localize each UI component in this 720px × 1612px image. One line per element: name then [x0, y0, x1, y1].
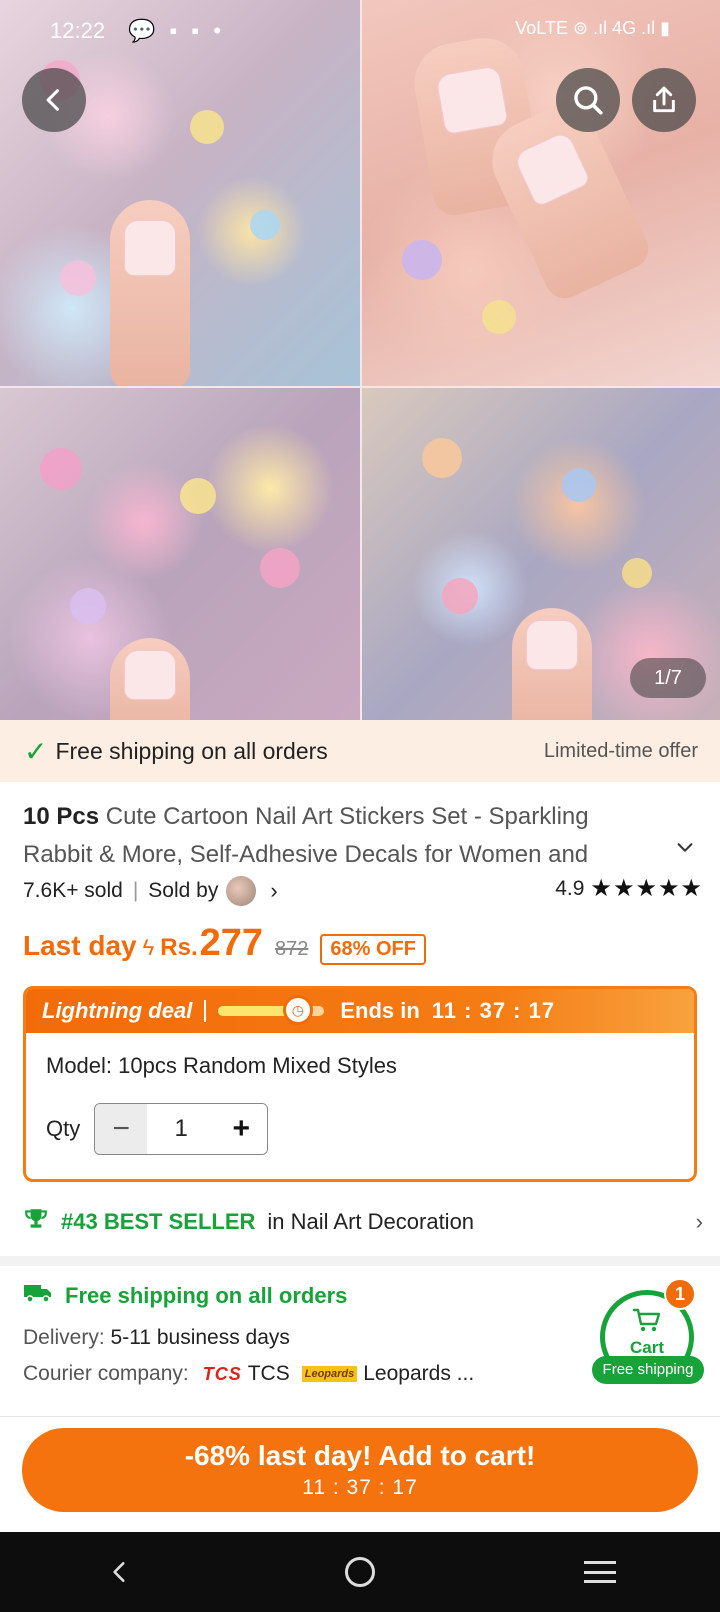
lightning-deal-box: Lightning deal ◷ Ends in 11 : 37 : 17 Mo… — [23, 986, 697, 1182]
limited-offer-text: Limited-time offer — [543, 739, 698, 762]
delivery-value: 5-11 business days — [110, 1326, 290, 1349]
product-title[interactable]: 10 Pcs Cute Cartoon Nail Art Stickers Se… — [23, 798, 663, 874]
cart-button[interactable]: Cart 1 Free shipping — [592, 1278, 704, 1388]
nav-back-button[interactable] — [80, 1542, 160, 1602]
truck-icon — [23, 1281, 53, 1312]
leopards-name: Leopards ... — [363, 1362, 475, 1385]
system-status-icons: VoLTE ⊚ .ıl 4G .ıl ▮ — [515, 18, 670, 38]
sold-count: 7.6K+ sold — [23, 879, 123, 902]
home-icon — [345, 1557, 375, 1587]
nav-back-icon — [113, 1562, 125, 1582]
qty-label: Qty — [46, 1116, 81, 1141]
price-currency: Rs. — [160, 934, 198, 961]
decrease-qty-button[interactable]: − — [95, 1104, 148, 1154]
nav-recents-button[interactable] — [560, 1542, 640, 1602]
lightning-deal-title: Lightning deal — [42, 998, 193, 1023]
quantity-value[interactable]: 1 — [147, 1104, 216, 1154]
product-image-3[interactable] — [0, 388, 360, 722]
cart-icon — [632, 1307, 662, 1338]
status-time: 12:22 — [50, 18, 106, 43]
product-image-2[interactable] — [362, 0, 720, 386]
courier-info: Courier company: TCS TCS Leopards Leopar… — [23, 1362, 583, 1386]
quantity-stepper[interactable]: − 1 + — [94, 1103, 269, 1155]
best-seller-category: in Nail Art Decoration — [267, 1209, 475, 1234]
search-button[interactable] — [556, 68, 620, 132]
chevron-left-icon — [46, 89, 60, 111]
lightning-deal-header: Lightning deal ◷ Ends in 11 : 37 : 17 — [26, 989, 694, 1033]
tcs-name: TCS — [247, 1362, 290, 1385]
sold-by-label[interactable]: Sold by — [148, 879, 218, 903]
product-title-text: Cute Cartoon Nail Art Stickers Set - Spa… — [23, 803, 589, 868]
delivery-info: Delivery: 5-11 business days — [23, 1326, 583, 1350]
courier-label: Courier company: — [23, 1362, 189, 1385]
delivery-label: Delivery: — [23, 1326, 105, 1349]
rating[interactable]: 4.9 ★★★★★ — [555, 874, 703, 903]
best-seller-rank: #43 BEST SELLER — [61, 1209, 256, 1234]
shipping-title-row: Free shipping on all orders — [23, 1274, 583, 1318]
image-counter: 1/7 — [630, 658, 706, 698]
price-row: Last day ϟ Rs. 277 872 68% OFF — [23, 922, 426, 972]
share-button[interactable] — [632, 68, 696, 132]
deal-body: Model: 10pcs Random Mixed Styles Qty − 1… — [26, 1053, 694, 1155]
chevron-down-icon — [677, 843, 693, 852]
back-button[interactable] — [22, 68, 86, 132]
quantity-row: Qty − 1 + — [46, 1103, 674, 1155]
add-to-cart-timer: 11 : 37 : 17 — [302, 1476, 418, 1499]
product-page: 12:22 💬 ▪ ▪ • VoLTE ⊚ .ıl 4G .ıl ▮ 1/7 ✓… — [0, 0, 720, 1612]
shipping-section[interactable]: Free shipping on all orders Delivery: 5-… — [23, 1274, 583, 1386]
product-image-1[interactable] — [0, 0, 360, 386]
best-seller-row[interactable]: #43 BEST SELLER in Nail Art Decoration › — [23, 1200, 703, 1244]
shipping-title: Free shipping on all orders — [65, 1283, 348, 1308]
separator: | — [132, 879, 139, 902]
cart-free-shipping: Free shipping — [592, 1356, 704, 1384]
deal-countdown: 11 : 37 : 17 — [431, 998, 556, 1023]
free-shipping-banner[interactable]: ✓ Free shipping on all orders Limited-ti… — [0, 720, 720, 782]
lightning-icon: ϟ — [142, 935, 155, 960]
discount-badge: 68% OFF — [320, 934, 426, 965]
ends-in-label: Ends in — [340, 998, 420, 1023]
status-bar: 12:22 💬 ▪ ▪ • VoLTE ⊚ .ıl 4G .ıl ▮ — [0, 12, 720, 52]
free-shipping-text: Free shipping on all orders — [55, 737, 328, 764]
clock-icon: ◷ — [282, 995, 313, 1025]
trophy-icon — [23, 1206, 49, 1239]
leopards-logo: Leopards — [301, 1366, 358, 1382]
notification-icons: 💬 ▪ ▪ • — [128, 18, 226, 43]
product-title-bold: 10 Pcs — [23, 803, 100, 830]
star-icons: ★★★★★ — [590, 875, 703, 902]
tcs-logo: TCS — [202, 1363, 242, 1384]
chevron-right-icon[interactable]: › — [270, 878, 277, 904]
divider — [204, 1000, 207, 1022]
check-icon: ✓ — [24, 735, 48, 767]
chevron-right-icon: › — [695, 1209, 703, 1234]
section-divider — [0, 1256, 720, 1266]
nav-home-button[interactable] — [320, 1542, 400, 1602]
original-price: 872 — [275, 938, 309, 960]
divider — [0, 1416, 720, 1417]
add-to-cart-button[interactable]: -68% last day! Add to cart! 11 : 37 : 17 — [22, 1428, 698, 1512]
increase-qty-button[interactable]: + — [215, 1104, 268, 1154]
search-icon — [574, 86, 603, 115]
seller-avatar[interactable] — [226, 876, 257, 906]
sold-seller-row: 7.6K+ sold | Sold by › 4.9 ★★★★★ — [23, 874, 703, 908]
add-to-cart-label: -68% last day! Add to cart! — [184, 1440, 536, 1471]
current-price: 277 — [199, 922, 264, 964]
model-selector[interactable]: Model: 10pcs Random Mixed Styles — [46, 1053, 674, 1079]
deal-progress-bar: ◷ — [218, 995, 325, 1025]
expand-title-button[interactable] — [674, 836, 696, 864]
menu-icon — [584, 1561, 616, 1583]
last-day-label: Last day — [23, 930, 137, 961]
share-icon — [653, 86, 675, 113]
rating-value: 4.9 — [555, 876, 585, 900]
system-nav-bar — [0, 1532, 720, 1612]
cart-count-badge: 1 — [664, 1278, 696, 1310]
cart-label: Cart — [629, 1337, 664, 1357]
